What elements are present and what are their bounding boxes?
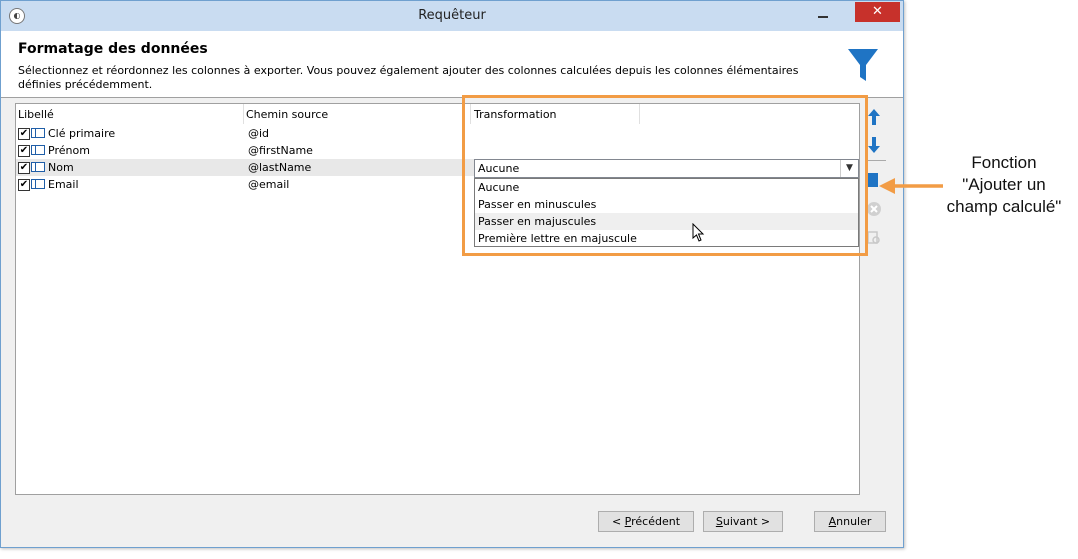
page-description: Sélectionnez et réordonnez les colonnes …: [18, 64, 799, 91]
highlight-frame: [462, 95, 868, 256]
previous-prefix: <: [611, 515, 625, 528]
next-label: uivant >: [722, 515, 771, 528]
move-up-icon[interactable]: [866, 108, 882, 126]
title-bar[interactable]: ◐ Requêteur ✕: [1, 1, 903, 31]
column-icon: [31, 128, 45, 138]
cancel-accelerator: A: [828, 515, 837, 528]
annotation-arrow-icon: [879, 178, 943, 194]
close-button[interactable]: ✕: [855, 2, 900, 22]
row-checkbox[interactable]: ✔: [18, 145, 30, 157]
annotation-callout: Fonction "Ajouter un champ calculé": [930, 152, 1078, 218]
next-button[interactable]: Suivant >: [703, 511, 783, 532]
row-checkbox[interactable]: ✔: [18, 179, 30, 191]
row-label: Email: [48, 178, 79, 191]
wizard-header: Formatage des données Sélectionnez et ré…: [1, 31, 903, 98]
column-icon: [31, 179, 45, 189]
detail-icon[interactable]: [866, 230, 882, 246]
minimize-button[interactable]: [810, 5, 836, 23]
previous-label: récédent: [631, 515, 681, 528]
row-label: Nom: [48, 161, 74, 174]
move-down-icon[interactable]: [866, 136, 882, 154]
annotation-line-3: champ calculé": [946, 197, 1062, 216]
column-header-chemin[interactable]: Chemin source: [246, 108, 328, 121]
row-checkbox[interactable]: ✔: [18, 162, 30, 174]
annotation-line-2: "Ajouter un: [962, 175, 1046, 194]
page-title: Formatage des données: [18, 41, 208, 57]
column-header-libelle[interactable]: Libellé: [18, 108, 54, 121]
delete-icon[interactable]: [866, 201, 882, 217]
row-label: Clé primaire: [48, 127, 116, 140]
filter-icon: [848, 49, 878, 81]
row-path: @lastName: [248, 161, 312, 174]
row-checkbox[interactable]: ✔: [18, 128, 30, 140]
window-title: Requêteur: [418, 8, 486, 23]
cancel-label: nnuler: [836, 515, 872, 528]
next-accelerator: S: [715, 515, 723, 528]
row-label: Prénom: [48, 144, 90, 157]
row-path: @id: [248, 127, 270, 140]
cancel-button[interactable]: Annuler: [814, 511, 886, 532]
row-path: @firstName: [248, 144, 313, 157]
column-icon: [31, 145, 45, 155]
previous-button[interactable]: < Précédent: [598, 511, 694, 532]
row-path: @email: [248, 178, 290, 191]
annotation-line-1: Fonction: [971, 153, 1037, 172]
column-icon: [31, 162, 45, 172]
